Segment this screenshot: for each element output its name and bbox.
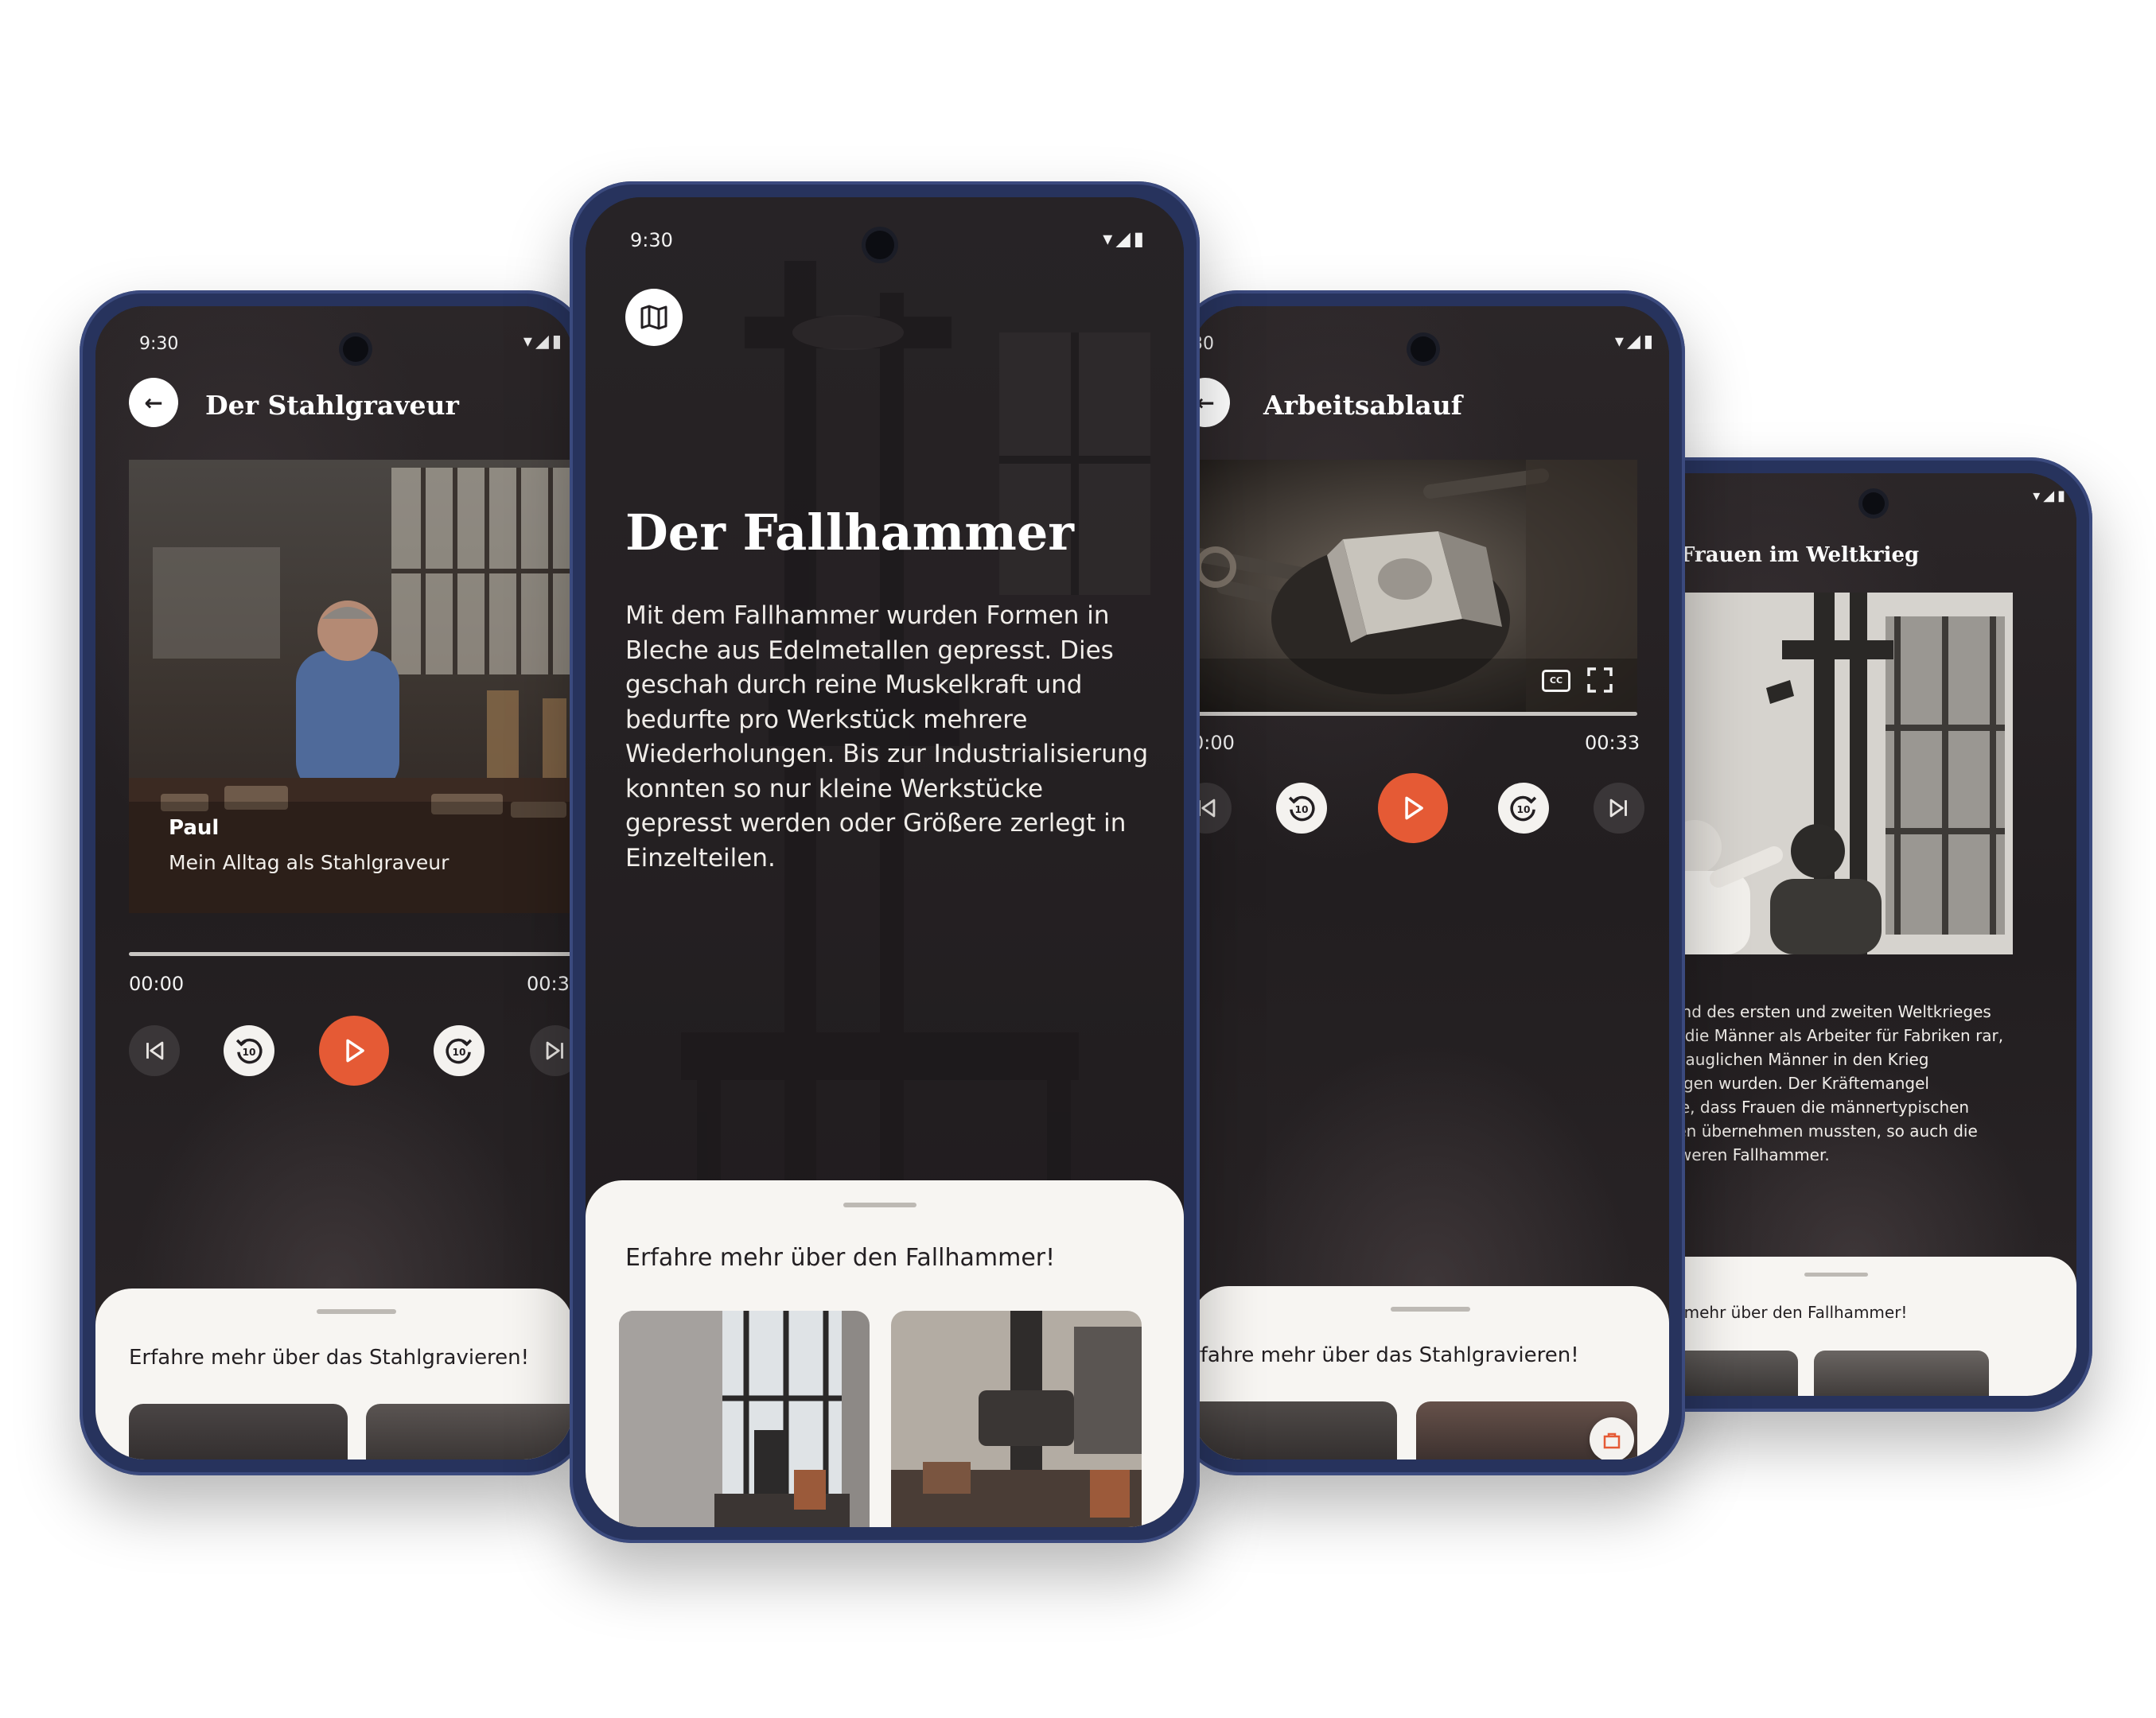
map-icon <box>640 305 667 330</box>
bottom-sheet[interactable]: rfahre mehr über den Fallhammer! <box>1631 1257 2076 1396</box>
window-machine-photo <box>619 1311 870 1527</box>
time-total: 00:33 <box>1585 732 1640 754</box>
sheet-title: rfahre mehr über das Stahlgravieren! <box>1192 1343 1579 1367</box>
article-text: Mit dem Fallhammer wurden Formen in Blec… <box>625 601 1149 873</box>
article-line: ufgaben übernehmen mussten, so auch die <box>1631 1121 1978 1141</box>
sheet-handle[interactable] <box>1391 1307 1470 1312</box>
video-caption-subtitle: Mein Alltag als Stahlgraveur <box>169 851 449 874</box>
front-camera <box>1411 336 1436 362</box>
article-line: ewirkte, dass Frauen die männertypischen <box>1631 1098 1970 1117</box>
sheet-title: Erfahre mehr über das Stahlgravieren! <box>129 1346 530 1370</box>
phone-fallhammer: 9:30 ▾◢▮ Der Fallhammer Mit dem Fallhamm… <box>570 181 1200 1543</box>
rewind-10-icon <box>232 1034 266 1067</box>
skip-next-button[interactable] <box>1594 783 1644 834</box>
phone-screen: 30 ▾◢▮ ← Frauen im Weltkrieg <box>1631 473 2076 1396</box>
video-progress-bar[interactable] <box>1192 712 1637 716</box>
forward-10-button[interactable] <box>1498 783 1549 834</box>
play-icon <box>1398 793 1428 823</box>
shop-fab[interactable] <box>1590 1417 1634 1460</box>
video-caption-name: Paul <box>169 816 220 840</box>
sheet-handle[interactable] <box>1804 1273 1868 1277</box>
status-icons: ▾◢▮ <box>523 332 565 352</box>
related-thumbnail[interactable] <box>1814 1351 1989 1396</box>
skip-next-icon <box>1605 795 1633 822</box>
phone-screen: 30 ▾◢▮ ← Arbeitsablauf CC 0:00 00:33 rfa… <box>1192 306 1669 1460</box>
skip-previous-icon <box>141 1037 168 1064</box>
article-line: m schweren Fallhammer. <box>1631 1145 1830 1164</box>
bottom-sheet[interactable]: Erfahre mehr über den Fallhammer! <box>586 1180 1184 1527</box>
related-thumbnail[interactable] <box>1192 1401 1397 1460</box>
page-heading: Der Fallhammer <box>625 503 1074 562</box>
bottom-sheet[interactable]: Erfahre mehr über das Stahlgravieren! <box>95 1288 573 1460</box>
workshop-photo <box>129 460 573 913</box>
phone-stahlgraveur: 9:30 ▾◢▮ ← Der Stahlgraveur Paul Mein Al… <box>80 290 589 1475</box>
time-total: 00:3 <box>527 973 570 995</box>
front-camera <box>343 336 368 362</box>
phone-arbeitsablauf: 30 ▾◢▮ ← Arbeitsablauf CC 0:00 00:33 rfa… <box>1176 290 1685 1475</box>
skip-previous-button[interactable] <box>129 1025 180 1076</box>
article-line: ingezogen wurden. Der Kräftemangel <box>1631 1074 1929 1093</box>
bottom-sheet[interactable]: rfahre mehr über das Stahlgravieren! <box>1192 1286 1669 1460</box>
skip-next-icon <box>542 1037 569 1064</box>
back-button[interactable]: ← <box>129 378 178 427</box>
archive-photo <box>1631 593 2013 954</box>
fullscreen-icon[interactable] <box>1586 667 1613 694</box>
rewind-10-button[interactable] <box>1276 783 1327 834</box>
forward-10-button[interactable] <box>434 1025 485 1076</box>
sheet-handle[interactable] <box>843 1203 916 1207</box>
front-camera <box>1862 492 1885 515</box>
rewind-10-icon <box>1285 791 1318 825</box>
captions-icon[interactable]: CC <box>1542 670 1570 692</box>
video-player[interactable]: CC <box>1192 460 1637 713</box>
forward-10-icon <box>1507 791 1540 825</box>
video-progress-bar[interactable] <box>129 952 573 956</box>
play-icon <box>339 1036 369 1066</box>
play-button[interactable] <box>319 1016 389 1086</box>
bag-icon <box>1603 1432 1621 1449</box>
related-thumbnail[interactable] <box>891 1311 1142 1527</box>
phone-frauen-im-weltkrieg: 30 ▾◢▮ ← Frauen im Weltkrieg <box>1615 457 2092 1412</box>
article-line: Während des ersten und zweiten Weltkrieg… <box>1631 1002 1991 1021</box>
article-line: waren die Männer als Arbeiter für Fabrik… <box>1631 1026 2004 1045</box>
anvil-photo <box>1192 460 1637 713</box>
status-icons: ▾◢▮ <box>1103 227 1147 250</box>
arrow-left-icon: ← <box>144 389 163 416</box>
fallhammer-machine-photo <box>891 1311 1142 1527</box>
play-button[interactable] <box>1378 773 1448 843</box>
sheet-handle[interactable] <box>317 1309 396 1314</box>
front-camera <box>866 231 894 259</box>
article-text: Während des ersten und zweiten Weltkrieg… <box>1631 1000 2045 1167</box>
video-player[interactable]: Paul Mein Alltag als Stahlgraveur <box>129 460 573 913</box>
page-title: Frauen im Weltkrieg <box>1680 543 1920 567</box>
page-title: Arbeitsablauf <box>1263 390 1462 421</box>
status-time: 9:30 <box>139 334 179 354</box>
forward-10-icon <box>442 1034 476 1067</box>
archive-photo-image <box>1631 593 2013 954</box>
sheet-title: Erfahre mehr über den Fallhammer! <box>625 1244 1056 1272</box>
map-button[interactable] <box>625 289 683 346</box>
status-time: 9:30 <box>630 229 673 251</box>
phone-screen: 9:30 ▾◢▮ Der Fallhammer Mit dem Fallhamm… <box>586 197 1184 1527</box>
rewind-10-button[interactable] <box>224 1025 274 1076</box>
article-line: a alle tauglichen Männer in den Krieg <box>1631 1050 1929 1069</box>
phone-screen: 9:30 ▾◢▮ ← Der Stahlgraveur Paul Mein Al… <box>95 306 573 1460</box>
status-icons: ▾◢▮ <box>1614 332 1656 352</box>
related-thumbnail[interactable] <box>366 1404 573 1460</box>
time-elapsed: 00:00 <box>129 973 185 995</box>
status-icons: ▾◢▮ <box>2033 488 2068 504</box>
page-title: Der Stahlgraveur <box>205 390 459 421</box>
related-thumbnail[interactable] <box>619 1311 870 1527</box>
related-thumbnail[interactable] <box>129 1404 348 1460</box>
